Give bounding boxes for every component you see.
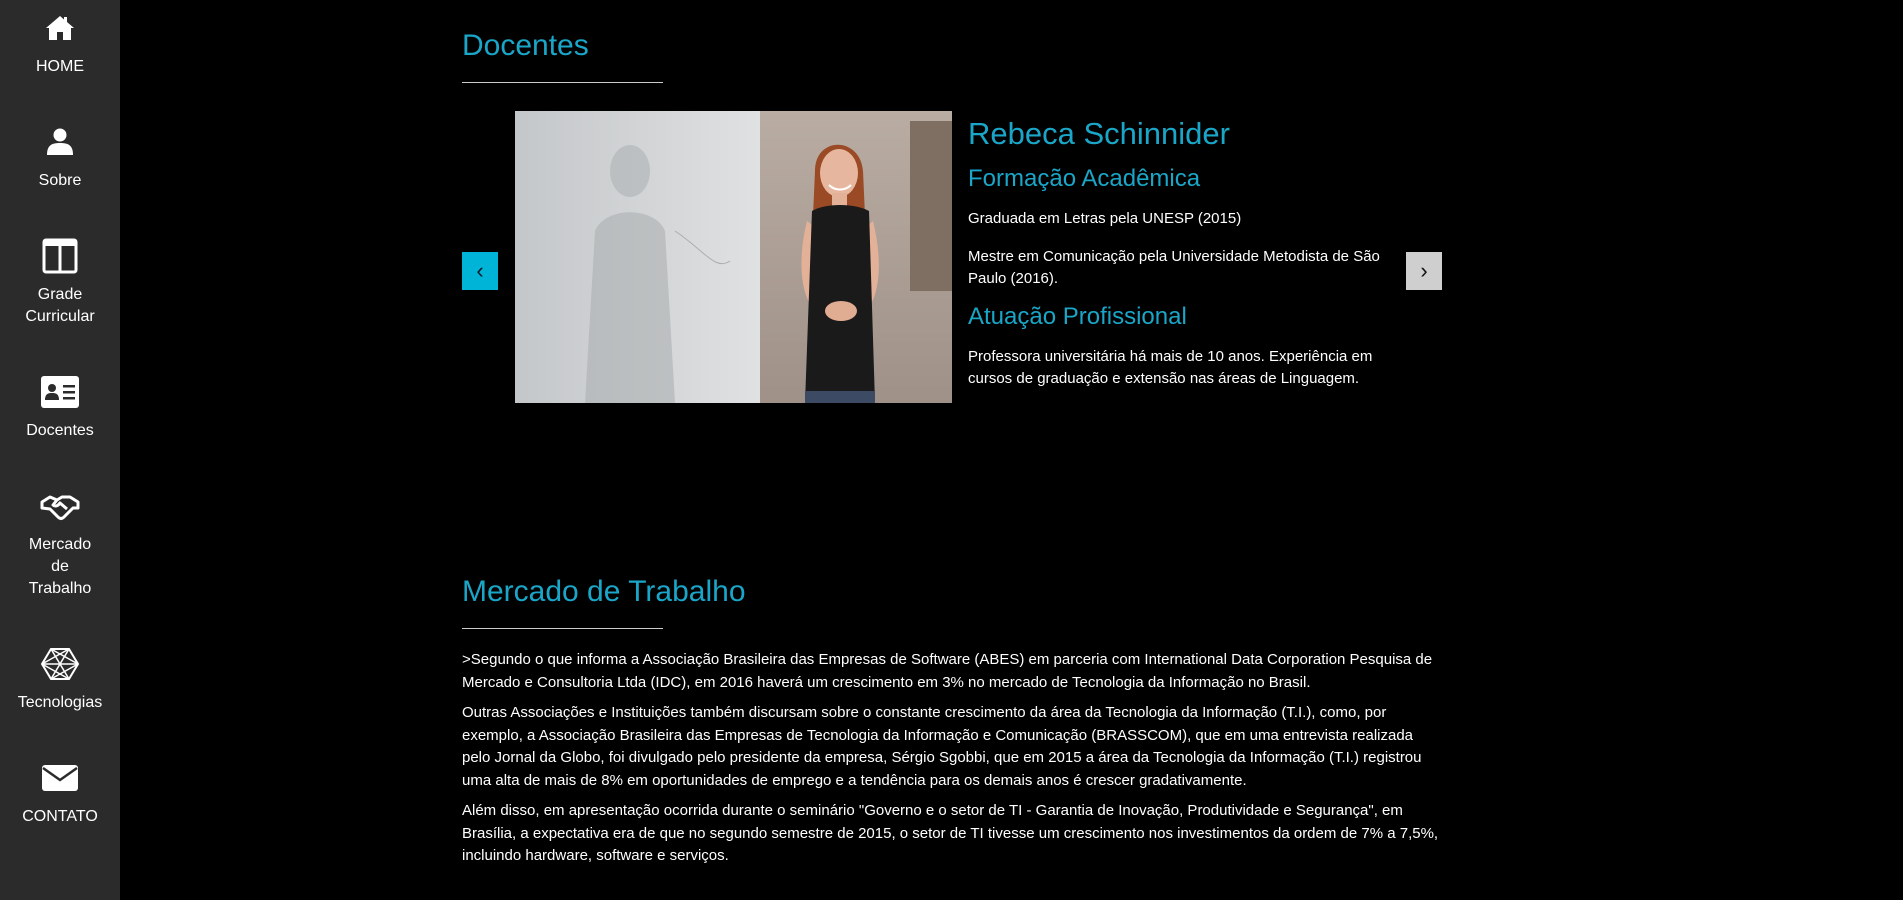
teacher-profile: Rebeca Schinnider Formação Acadêmica Gra… (968, 110, 1388, 390)
user-icon (40, 124, 80, 160)
id-card-icon (40, 374, 80, 410)
docentes-header: Docentes (462, 28, 1442, 83)
sidebar-item-label: HOME (36, 58, 84, 75)
sidebar-item-tecnologias[interactable]: Tecnologias (0, 646, 120, 714)
sidebar-item-home[interactable]: HOME (0, 10, 120, 78)
sidebar-item-label: Docentes (26, 422, 94, 439)
mercado-paragraph: Além disso, em apresentação ocorrida dur… (462, 802, 1439, 864)
mercado-divider (462, 628, 663, 629)
sidebar-item-label: Mercado de Trabalho (28, 536, 92, 597)
formacao-item: Mestre em Comunicação pela Universidade … (968, 248, 1380, 287)
mercado-section: Mercado de Trabalho >Segundo o que infor… (462, 574, 1442, 876)
network-icon (40, 646, 80, 682)
columns-icon (40, 238, 80, 274)
sidebar-nav: HOME Sobre Grade Curricular Docentes Mer… (0, 0, 120, 900)
sidebar-item-contato[interactable]: CONTATO (0, 760, 120, 828)
sidebar-item-label: Sobre (38, 172, 82, 189)
atuacao-title: Atuação Profissional (968, 303, 1187, 330)
carousel-prev-button[interactable]: ‹ (462, 252, 498, 290)
teacher-photo (515, 111, 952, 403)
sidebar-item-sobre[interactable]: Sobre (0, 124, 120, 192)
sidebar-item-label: Grade Curricular (25, 286, 95, 325)
mercado-paragraph: Outras Associações e Instituições também… (462, 704, 1422, 789)
formacao-item: Graduada em Letras pela UNESP (2015) (968, 210, 1242, 227)
mercado-paragraph: >Segundo o que informa a Associação Bras… (462, 651, 1433, 691)
sidebar-item-grade-curricular[interactable]: Grade Curricular (0, 238, 120, 328)
sidebar-item-label: Tecnologias (17, 694, 103, 711)
docentes-carousel: ‹ Rebeca Schinnider Formação Acadêmica G… (462, 110, 1442, 410)
sidebar-item-docentes[interactable]: Docentes (0, 374, 120, 442)
sidebar-item-label: CONTATO (22, 808, 98, 825)
atuacao-item: Professora universitária há mais de 10 a… (968, 348, 1373, 387)
formacao-title: Formação Acadêmica (968, 165, 1201, 192)
home-icon (40, 10, 80, 46)
handshake-icon (40, 488, 80, 524)
teacher-name: Rebeca Schinnider (968, 116, 1230, 151)
sidebar-item-mercado-de-trabalho[interactable]: Mercado de Trabalho (0, 488, 120, 600)
carousel-next-button[interactable]: › (1406, 252, 1442, 290)
docentes-title: Docentes (462, 29, 589, 62)
mercado-title: Mercado de Trabalho (462, 575, 746, 608)
docentes-divider (462, 82, 663, 83)
envelope-icon (40, 760, 80, 796)
